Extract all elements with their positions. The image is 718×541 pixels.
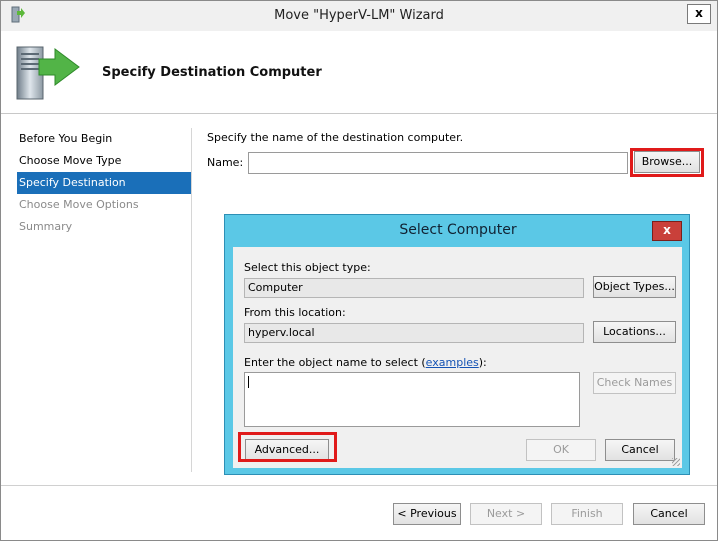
name-label: Name: <box>207 156 244 169</box>
wizard-steps-nav: Before You Begin Choose Move Type Specif… <box>17 128 192 238</box>
locations-button[interactable]: Locations... <box>593 321 676 343</box>
step-specify-destination[interactable]: Specify Destination <box>17 172 192 194</box>
enter-object-name-label: Enter the object name to select (example… <box>244 356 487 369</box>
step-choose-move-options: Choose Move Options <box>19 198 139 211</box>
previous-button[interactable]: < Previous <box>393 503 461 525</box>
window-close-button[interactable]: x <box>687 4 711 24</box>
page-title: Specify Destination Computer <box>102 65 322 80</box>
wizard-window: Move "HyperV-LM" Wizard x Specify Destin… <box>0 0 718 541</box>
object-names-textarea[interactable] <box>244 372 580 427</box>
dialog-close-button[interactable]: x <box>652 221 682 241</box>
finish-button: Finish <box>551 503 623 525</box>
text-caret <box>248 376 249 388</box>
object-types-button[interactable]: Object Types... <box>593 276 676 298</box>
dialog-title: Select Computer <box>399 222 517 238</box>
next-button: Next > <box>470 503 542 525</box>
browse-highlight <box>630 148 704 177</box>
step-before-you-begin[interactable]: Before You Begin <box>17 128 192 150</box>
window-title: Move "HyperV-LM" Wizard <box>274 8 444 23</box>
footer-divider <box>1 485 717 486</box>
wizard-cancel-button[interactable]: Cancel <box>633 503 705 525</box>
location-label: From this location: <box>244 306 346 319</box>
destination-name-input[interactable] <box>248 152 628 174</box>
enter-label-suffix: ): <box>478 356 487 369</box>
object-type-field: Computer <box>244 278 584 298</box>
object-type-label: Select this object type: <box>244 261 371 274</box>
enter-label-prefix: Enter the object name to select ( <box>244 356 426 369</box>
title-bar: Move "HyperV-LM" Wizard x <box>1 1 717 31</box>
dialog-cancel-button[interactable]: Cancel <box>605 439 675 461</box>
check-names-button: Check Names <box>593 372 676 394</box>
steps-divider <box>191 128 192 472</box>
server-move-icon <box>16 46 80 100</box>
advanced-highlight <box>238 432 337 462</box>
step-choose-move-type[interactable]: Choose Move Type <box>17 150 192 172</box>
location-field: hyperv.local <box>244 323 584 343</box>
ok-button: OK <box>526 439 596 461</box>
wizard-header: Specify Destination Computer <box>1 31 717 114</box>
instruction-text: Specify the name of the destination comp… <box>207 131 464 144</box>
examples-link[interactable]: examples <box>426 356 479 369</box>
step-summary: Summary <box>19 220 73 233</box>
resize-grip[interactable] <box>672 458 680 466</box>
